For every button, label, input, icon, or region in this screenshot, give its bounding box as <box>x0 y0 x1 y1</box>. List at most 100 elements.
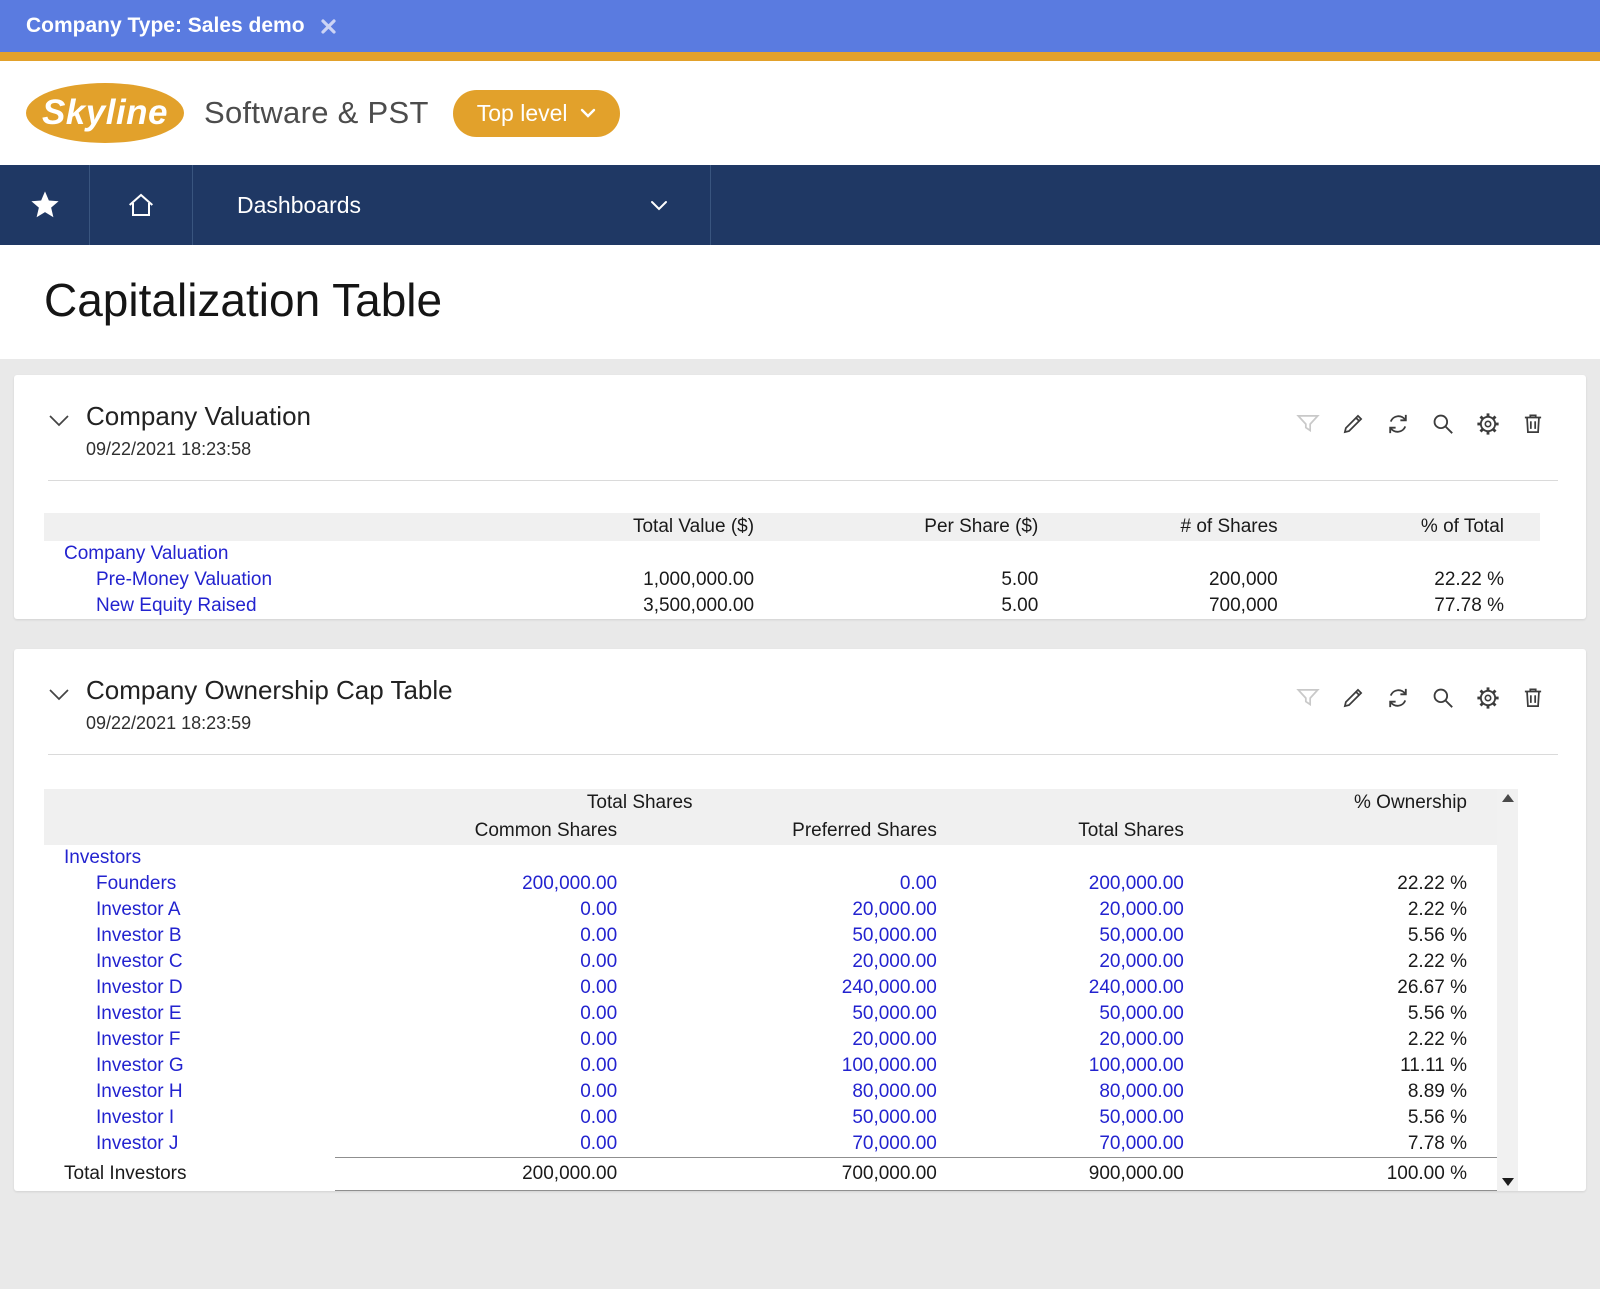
cell-total-link[interactable]: 100,000.00 <box>1089 1055 1184 1076</box>
nav-dashboards[interactable]: Dashboards <box>193 165 711 245</box>
search-icon[interactable] <box>1428 409 1458 439</box>
cell-common-link[interactable]: 200,000.00 <box>522 873 617 894</box>
row-label-link[interactable]: Investor F <box>96 1029 180 1050</box>
cell-total-link[interactable]: 20,000.00 <box>1099 1029 1184 1050</box>
cell-ownership: 8.89 % <box>1407 1081 1467 1102</box>
favorites-button[interactable] <box>0 165 90 245</box>
column-header: Per Share ($) <box>762 513 1047 541</box>
table-row: Investor J 0.00 70,000.00 70,000.00 7.78… <box>44 1131 1497 1158</box>
panel-title: Company Ownership Cap Table <box>86 675 453 705</box>
row-label-link[interactable]: Investor D <box>96 977 183 998</box>
column-header: % of Total <box>1285 513 1540 541</box>
scroll-down-icon[interactable] <box>1501 1178 1514 1186</box>
row-label-link[interactable]: Investors <box>64 847 141 868</box>
cell-total-link[interactable]: 20,000.00 <box>1099 951 1184 972</box>
cell-common-link[interactable]: 0.00 <box>580 1107 617 1128</box>
settings-icon[interactable] <box>1473 409 1503 439</box>
cell-preferred-link[interactable]: 20,000.00 <box>852 899 937 920</box>
table-header-row: Total Value ($) Per Share ($) # of Share… <box>44 513 1540 541</box>
cell-total-link[interactable]: 240,000.00 <box>1089 977 1184 998</box>
cell-total-link[interactable]: 70,000.00 <box>1099 1133 1184 1154</box>
cell-shares: 700,000 <box>1208 595 1278 616</box>
table-row: Investor B 0.00 50,000.00 50,000.00 5.56… <box>44 923 1497 949</box>
total-row: Total Investors 200,000.00 700,000.00 90… <box>44 1157 1497 1191</box>
page-title: Capitalization Table <box>44 274 443 326</box>
cell-per-share: 5.00 <box>1001 569 1039 590</box>
table-row: Investor G 0.00 100,000.00 100,000.00 11… <box>44 1053 1497 1079</box>
vertical-scrollbar[interactable] <box>1497 789 1518 1191</box>
refresh-icon[interactable] <box>1383 409 1413 439</box>
cell-common-link[interactable]: 0.00 <box>580 1133 617 1154</box>
edit-icon[interactable] <box>1338 683 1368 713</box>
search-icon[interactable] <box>1428 683 1458 713</box>
divider <box>48 480 1558 481</box>
row-label-link[interactable]: Investor B <box>96 925 182 946</box>
column-header <box>1191 817 1497 845</box>
row-label-link[interactable]: Pre-Money Valuation <box>96 569 272 590</box>
cell-preferred-link[interactable]: 100,000.00 <box>842 1055 937 1076</box>
cell-common-link[interactable]: 0.00 <box>580 925 617 946</box>
row-label-link[interactable]: Investor I <box>96 1107 174 1128</box>
row-label-link[interactable]: Investor J <box>96 1133 178 1154</box>
cell-common-link[interactable]: 0.00 <box>580 1029 617 1050</box>
cell-preferred-link[interactable]: 70,000.00 <box>852 1133 937 1154</box>
collapse-chevron-icon[interactable] <box>36 413 82 427</box>
cell-common-link[interactable]: 0.00 <box>580 899 617 920</box>
cell-total-value: 3,500,000.00 <box>643 595 755 616</box>
table-row: Founders 200,000.00 0.00 200,000.00 22.2… <box>44 871 1497 897</box>
cell-preferred-link[interactable]: 80,000.00 <box>852 1081 937 1102</box>
cell-preferred-link[interactable]: 240,000.00 <box>842 977 937 998</box>
row-label-link[interactable]: Investor A <box>96 899 181 920</box>
chevron-down-icon <box>651 200 667 210</box>
delete-icon[interactable] <box>1518 683 1548 713</box>
cell-total <box>945 845 1192 871</box>
row-label-link[interactable]: Company Valuation <box>64 543 228 564</box>
cell-preferred-link[interactable]: 50,000.00 <box>852 1107 937 1128</box>
delete-icon[interactable] <box>1518 409 1548 439</box>
top-level-button[interactable]: Top level <box>452 89 620 137</box>
cell-ownership: 26.67 % <box>1397 977 1467 998</box>
scroll-up-icon[interactable] <box>1501 794 1514 802</box>
cell-shares <box>1046 541 1285 567</box>
row-label-link[interactable]: Investor C <box>96 951 183 972</box>
row-label-link[interactable]: Investor G <box>96 1055 184 1076</box>
cell-preferred-link[interactable]: 0.00 <box>900 873 937 894</box>
cell-total-link[interactable]: 80,000.00 <box>1099 1081 1184 1102</box>
cell-pct-total: 22.22 % <box>1434 569 1504 590</box>
valuation-table: Total Value ($) Per Share ($) # of Share… <box>44 513 1540 619</box>
row-label-link[interactable]: Investor E <box>96 1003 182 1024</box>
column-header: Total Value ($) <box>418 513 763 541</box>
table-row: Investor H 0.00 80,000.00 80,000.00 8.89… <box>44 1079 1497 1105</box>
cell-preferred-link[interactable]: 50,000.00 <box>852 1003 937 1024</box>
cell-common-link[interactable]: 0.00 <box>580 1081 617 1102</box>
table-row: Investor D 0.00 240,000.00 240,000.00 26… <box>44 975 1497 1001</box>
cell-common-link[interactable]: 0.00 <box>580 1003 617 1024</box>
column-header: # of Shares <box>1046 513 1286 541</box>
cell-preferred <box>625 845 945 871</box>
cell-preferred-link[interactable]: 50,000.00 <box>852 925 937 946</box>
cell-total-link[interactable]: 50,000.00 <box>1099 1107 1184 1128</box>
cell-common-link[interactable]: 0.00 <box>580 951 617 972</box>
total-ownership: 100.00 % <box>1191 1157 1497 1191</box>
cell-preferred-link[interactable]: 20,000.00 <box>852 1029 937 1050</box>
settings-icon[interactable] <box>1473 683 1503 713</box>
row-label-link[interactable]: Founders <box>96 873 176 894</box>
table-row: Investor A 0.00 20,000.00 20,000.00 2.22… <box>44 897 1497 923</box>
edit-icon[interactable] <box>1338 409 1368 439</box>
row-label-link[interactable]: New Equity Raised <box>96 595 257 616</box>
close-icon[interactable] <box>320 18 336 34</box>
cell-total-link[interactable]: 50,000.00 <box>1099 1003 1184 1024</box>
filter-icon[interactable] <box>1293 409 1323 439</box>
cell-common-link[interactable]: 0.00 <box>580 977 617 998</box>
cell-total-link[interactable]: 200,000.00 <box>1089 873 1184 894</box>
cell-total-link[interactable]: 20,000.00 <box>1099 899 1184 920</box>
refresh-icon[interactable] <box>1383 683 1413 713</box>
group-header-ownership: % Ownership <box>1191 789 1497 817</box>
row-label-link[interactable]: Investor H <box>96 1081 183 1102</box>
home-button[interactable] <box>90 165 193 245</box>
cell-common-link[interactable]: 0.00 <box>580 1055 617 1076</box>
cell-total-link[interactable]: 50,000.00 <box>1099 925 1184 946</box>
filter-icon[interactable] <box>1293 683 1323 713</box>
cell-preferred-link[interactable]: 20,000.00 <box>852 951 937 972</box>
collapse-chevron-icon[interactable] <box>36 687 82 701</box>
